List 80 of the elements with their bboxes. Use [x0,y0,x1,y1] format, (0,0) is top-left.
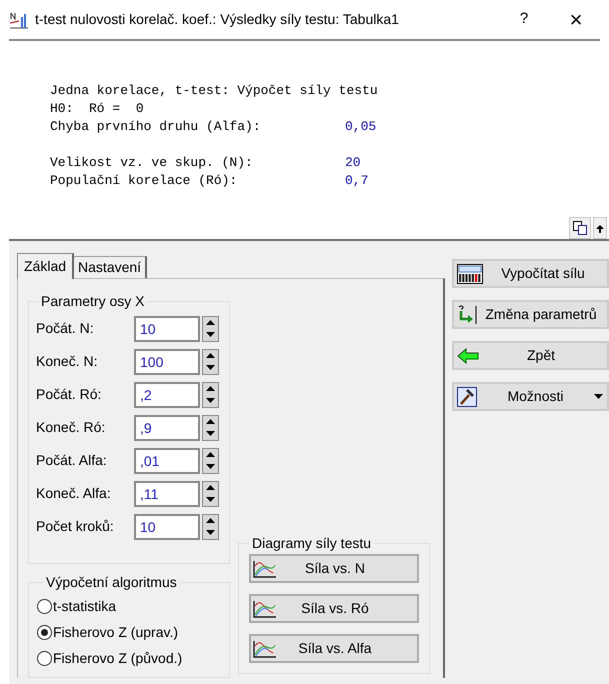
radio-label: t-statistika [53,596,116,616]
down-arrow-icon [206,398,215,403]
radio-button[interactable] [37,598,52,614]
report-value: 20 [345,154,361,172]
radio-option[interactable]: Fisherovo Z (uprav.) [37,619,229,645]
up-arrow-icon [206,452,215,457]
collapse-button[interactable] [593,217,607,239]
chart-icon [253,640,277,658]
return-arrow-icon [457,304,479,324]
spin-button[interactable] [202,414,219,440]
options-menu-button[interactable]: Možnosti [452,382,609,411]
diagram-button[interactable]: Síla vs. Ró [249,594,419,623]
field-label: Počet kroků: [36,517,115,536]
down-arrow-icon [206,497,215,502]
radio-label: Fisherovo Z (původ.) [53,648,182,668]
dropdown-arrow-icon [594,394,603,399]
report-label: Velikost vz. ve skup. (N): [50,154,254,172]
group-title: Výpočetní algoritmus [45,573,178,592]
action-button[interactable]: Zpět [452,341,609,370]
number-field[interactable]: ,2 [134,382,200,408]
radio-option[interactable]: Fisherovo Z (původ.) [37,645,229,671]
number-field[interactable]: 10 [134,514,200,540]
close-button[interactable]: × [553,8,599,31]
up-arrow-icon [206,419,215,424]
calculator-icon [457,264,483,284]
down-arrow-icon [206,530,215,535]
window-title: t-test nulovosti korelač. koef.: Výsledky síly testu: Tabulka1 [35,10,400,30]
radio-option[interactable]: t-statistika [37,593,229,619]
report-value: 0,7 [345,172,368,190]
tab[interactable]: Základ [17,253,74,279]
copy-button[interactable] [569,217,591,239]
field-label: Koneč. Ró: [36,418,106,437]
action-button[interactable]: Vypočítat sílu [452,259,609,288]
diagram-button[interactable]: Síla vs. N [249,554,419,583]
down-arrow-icon [206,431,215,436]
report-label: H0: Ró = 0 [50,100,145,118]
up-arrow-icon [206,353,215,358]
field-label: Koneč. N: [36,352,98,371]
report-value: 0,05 [345,118,376,136]
report-heading: Jedna korelace, t-test: Výpočet síly testu [50,82,379,100]
number-field[interactable]: ,11 [134,480,200,506]
group-title: Diagramy síly testu [251,534,372,553]
app-icon [9,10,29,29]
help-button[interactable]: ? [501,8,547,31]
down-arrow-icon [206,332,215,337]
field-label: Počát. Ró: [36,385,102,404]
diagram-button[interactable]: Síla vs. Alfa [249,634,419,663]
hammer-icon [457,386,477,406]
field-label: Počát. N: [36,319,95,338]
down-arrow-icon [206,464,215,469]
spin-button[interactable] [202,514,219,540]
up-arrow-icon [206,518,215,523]
group-title: Parametry osy X [40,292,146,311]
spin-button[interactable] [202,448,219,474]
chart-icon [253,560,277,578]
radio-button[interactable] [37,624,52,640]
field-label: Počát. Alfa: [36,451,108,470]
number-field[interactable]: ,01 [134,448,200,474]
spin-button[interactable] [202,480,219,506]
number-field[interactable]: ,9 [134,414,200,440]
number-field[interactable]: 100 [134,348,200,374]
copy-icon [573,221,587,235]
spin-button[interactable] [202,348,219,374]
action-button[interactable]: Změna parametrů [452,300,609,329]
up-arrow-icon [596,224,604,232]
up-arrow-icon [206,485,215,490]
up-arrow-icon [206,386,215,391]
spin-button[interactable] [202,316,219,342]
spin-button[interactable] [202,382,219,408]
radio-label: Fisherovo Z (uprav.) [53,622,178,642]
down-arrow-icon [206,365,215,370]
chart-icon [253,600,277,618]
up-arrow-icon [206,320,215,325]
field-label: Koneč. Alfa: [36,484,112,503]
left-arrow-icon [457,348,479,364]
report-label: Populační korelace (Ró): [50,172,238,190]
number-field[interactable]: 10 [134,316,200,342]
report-label: Chyba prvního druhu (Alfa): [50,118,262,136]
tab[interactable]: Nastavení [74,256,148,278]
radio-button[interactable] [37,650,52,666]
